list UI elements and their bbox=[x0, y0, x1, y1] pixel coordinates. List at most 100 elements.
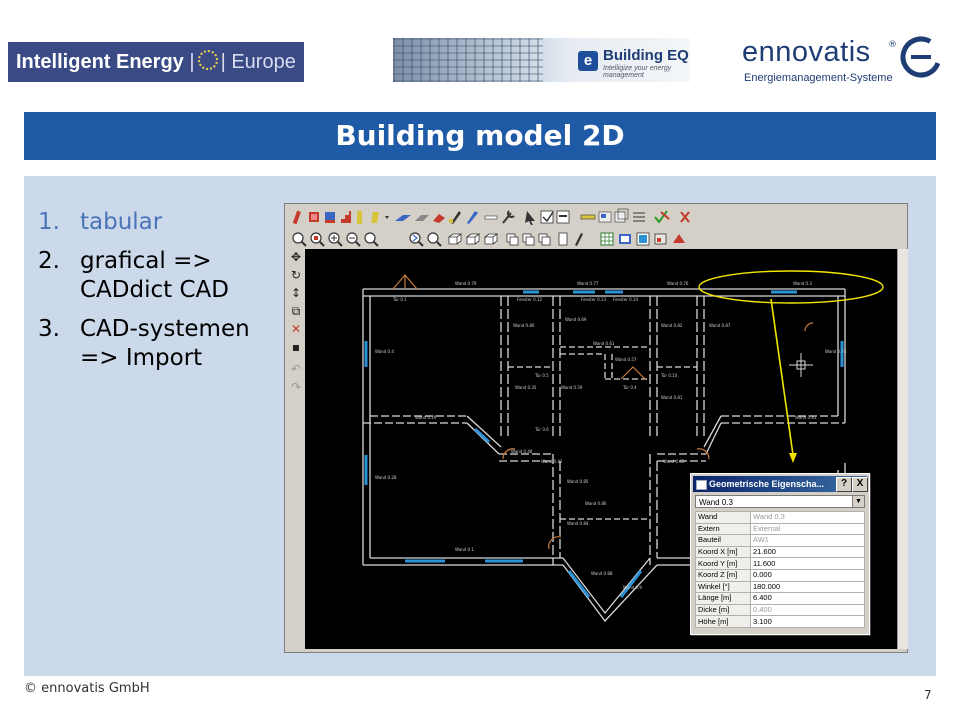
window-tool-icon[interactable] bbox=[309, 212, 319, 222]
roof-tool-icon[interactable] bbox=[371, 212, 379, 223]
cad-label: Wand 0.35 bbox=[515, 385, 537, 390]
wrench-tool-icon[interactable] bbox=[502, 210, 515, 224]
copyright-text: © ennovatis GmbH bbox=[24, 681, 150, 696]
mirror-icon[interactable]: ⧉ bbox=[289, 304, 303, 318]
move-cross-icon[interactable]: ✥ bbox=[289, 250, 303, 264]
pen-tool-icon[interactable] bbox=[449, 211, 461, 224]
cad-label: Wand 0.76 bbox=[667, 281, 689, 286]
layer-tool-icon[interactable] bbox=[598, 211, 612, 223]
vertical-scrollbar[interactable] bbox=[897, 249, 908, 649]
cad-label: Tür 0.10 bbox=[660, 373, 678, 378]
cad-label: Wand 0.85 bbox=[567, 479, 589, 484]
measure-tool-icon[interactable] bbox=[580, 214, 596, 220]
property-key: Extern bbox=[695, 522, 751, 536]
floor-tool-icon[interactable] bbox=[395, 215, 411, 221]
cad-label: Wand 0.80 bbox=[513, 323, 535, 328]
undo-icon[interactable]: ↶ bbox=[289, 362, 303, 376]
pencil-tool-icon[interactable] bbox=[467, 211, 478, 224]
edit-icon[interactable] bbox=[575, 233, 583, 246]
cad-label: Tür 0.5 bbox=[534, 373, 549, 378]
zoom-prev-icon[interactable] bbox=[364, 232, 379, 247]
zoom-extent-icon[interactable] bbox=[427, 232, 442, 247]
table-row: Wand Wand 0.3 bbox=[695, 511, 865, 524]
cad-label: Wand 0.61 bbox=[593, 341, 615, 346]
arrow-up-icon[interactable] bbox=[673, 234, 685, 243]
check-mark-icon[interactable] bbox=[654, 210, 670, 224]
cad-label: Wand 0.3 bbox=[793, 281, 812, 286]
layer-icon[interactable] bbox=[619, 234, 631, 244]
3d-view-icon[interactable] bbox=[654, 233, 667, 245]
copy-icon[interactable] bbox=[506, 233, 519, 246]
property-value[interactable]: 0.000 bbox=[750, 568, 865, 582]
property-key: Koord Y [m] bbox=[695, 557, 751, 570]
dialog-titlebar[interactable]: Geometrische Eigenscha... ? X bbox=[693, 476, 868, 492]
properties-tool-icon[interactable] bbox=[556, 210, 570, 224]
line-tool-icon[interactable] bbox=[484, 215, 498, 220]
paste-icon[interactable] bbox=[522, 233, 535, 246]
cad-label: Fenster 0.14 bbox=[613, 297, 638, 302]
zoom-out-icon[interactable] bbox=[346, 232, 361, 247]
point-icon[interactable]: ▪ bbox=[289, 340, 303, 354]
property-key: Höhe [m] bbox=[695, 615, 751, 628]
property-value[interactable]: 6.400 bbox=[750, 592, 865, 605]
cad-label: Wand 0.87 bbox=[709, 323, 731, 328]
delete-x-icon[interactable] bbox=[680, 211, 690, 223]
property-value: AW1 bbox=[750, 534, 865, 547]
table-row: Winkel [°] 180.000 bbox=[695, 580, 865, 594]
property-value[interactable]: 11.600 bbox=[750, 557, 865, 570]
toolbar-row-2 bbox=[292, 232, 685, 247]
cad-label: Wand 0.84 bbox=[567, 521, 589, 526]
rotate-icon[interactable]: ↻ bbox=[289, 268, 303, 282]
pan-icon[interactable] bbox=[409, 232, 424, 247]
bullet-text: CAD-systemen => Import bbox=[80, 316, 250, 371]
cad-label: Wand 0.28 bbox=[375, 475, 397, 480]
ennovatis-logo: ennovatis ® Energiemanagement-Systeme bbox=[742, 36, 942, 88]
help-button[interactable]: ? bbox=[836, 477, 852, 492]
redo-icon[interactable]: ↷ bbox=[289, 380, 303, 394]
page-icon[interactable] bbox=[558, 232, 568, 246]
property-value[interactable]: 21.600 bbox=[750, 545, 865, 559]
registered-mark: ® bbox=[888, 40, 897, 50]
view-side-icon[interactable] bbox=[483, 233, 499, 245]
cad-label: Wand 0.88 bbox=[591, 571, 613, 576]
close-button[interactable]: X bbox=[852, 477, 868, 492]
table-row: Koord Z [m] 0.000 bbox=[695, 568, 865, 582]
table-row: Extern External bbox=[695, 522, 865, 536]
erase-tool-icon[interactable] bbox=[433, 214, 445, 223]
group-icon[interactable] bbox=[538, 233, 551, 246]
wall-tool-icon[interactable] bbox=[292, 210, 301, 225]
snap-icon[interactable] bbox=[636, 232, 650, 246]
cad-label: Wand 0.1 bbox=[455, 547, 474, 552]
element-select[interactable]: Wand 0.3 ▼ bbox=[695, 495, 865, 508]
select-tool-icon[interactable] bbox=[525, 211, 535, 225]
delete-icon[interactable]: ✕ bbox=[289, 322, 303, 336]
properties-table: Wand Wand 0.3 Extern External Bauteil AW1 K… bbox=[695, 511, 865, 628]
stair-tool-icon[interactable] bbox=[341, 211, 351, 223]
cad-label: Fenster 0.13 bbox=[581, 297, 606, 302]
property-value[interactable]: 180.000 bbox=[750, 580, 865, 594]
building-eq-logo: e Building EQ Intelligize your energy ma… bbox=[393, 38, 690, 82]
move-tool-icon[interactable] bbox=[633, 212, 645, 222]
building-eq-badge: e bbox=[578, 51, 598, 71]
door-tool-icon[interactable] bbox=[325, 212, 335, 223]
cad-label: Wand 0.43 bbox=[663, 459, 685, 464]
dropdown-arrow-icon[interactable] bbox=[385, 216, 389, 219]
chevron-down-icon[interactable]: ▼ bbox=[852, 496, 864, 507]
cad-label: Wand 0.74 bbox=[825, 349, 847, 354]
cad-label: Wand 0.4 bbox=[375, 349, 394, 354]
cad-label: Tür 0.1 bbox=[392, 297, 407, 302]
copy-tool-icon[interactable] bbox=[614, 208, 629, 223]
column-tool-icon[interactable] bbox=[357, 211, 362, 224]
cad-label: Wand 0.82 bbox=[661, 323, 683, 328]
scale-icon[interactable]: ↕ bbox=[289, 286, 303, 300]
view-back-icon[interactable] bbox=[465, 233, 481, 245]
zoom-in-icon[interactable] bbox=[328, 232, 343, 247]
check-tool-icon[interactable] bbox=[540, 210, 554, 224]
slab-tool-icon[interactable] bbox=[415, 215, 429, 221]
zoom-window-icon[interactable] bbox=[292, 232, 307, 247]
grid-icon[interactable] bbox=[600, 232, 614, 246]
zoom-all-icon[interactable] bbox=[310, 232, 325, 247]
view-front-icon[interactable] bbox=[447, 233, 463, 245]
property-value: External bbox=[750, 522, 865, 536]
property-value[interactable]: 3.100 bbox=[750, 615, 865, 628]
